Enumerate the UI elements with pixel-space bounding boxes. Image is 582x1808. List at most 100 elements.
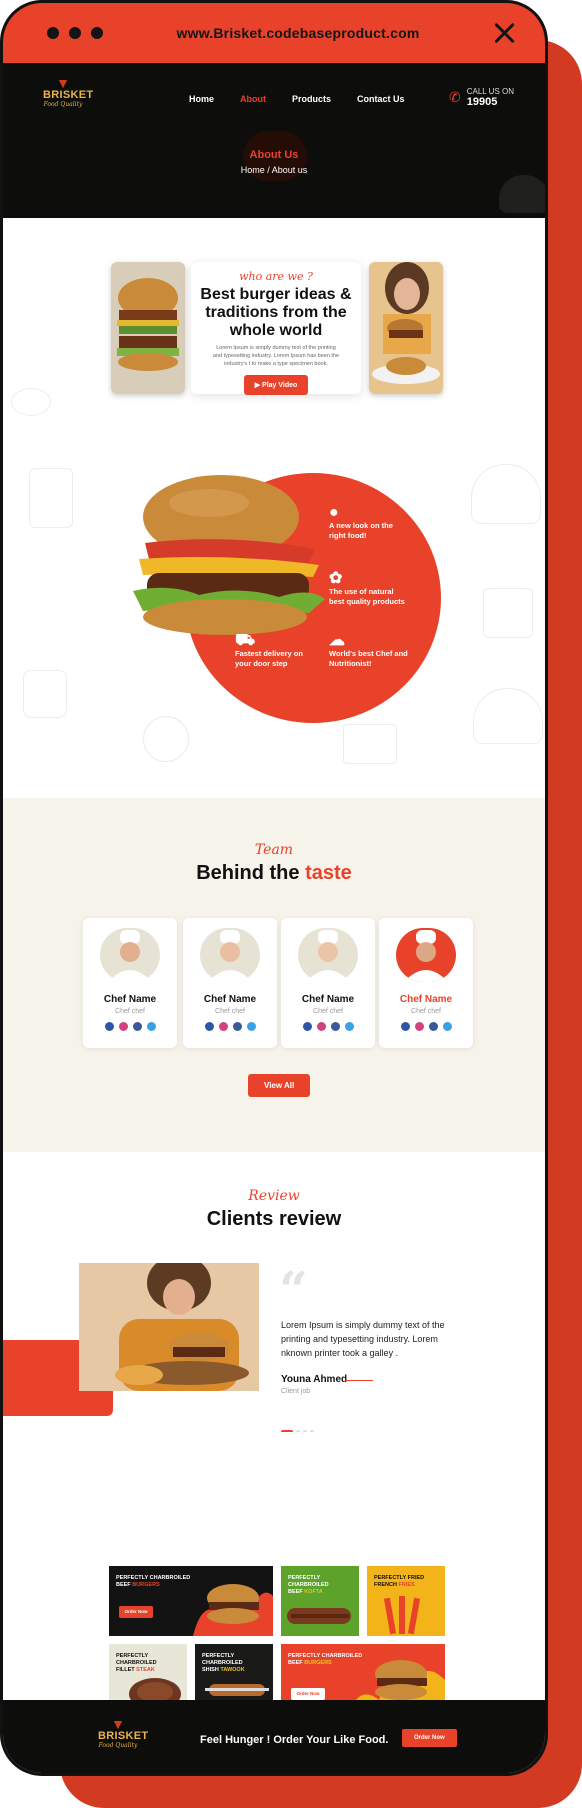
doodle-icon — [483, 588, 533, 638]
phone-icon: ✆ — [449, 89, 461, 105]
browser-bar: www.Brisket.codebaseproduct.com — [3, 3, 545, 63]
chef-avatar — [100, 928, 160, 982]
team-title-accent: taste — [305, 862, 352, 884]
promo-line2a: BEEF — [288, 1660, 305, 1666]
breadcrumb[interactable]: Home / About us — [3, 165, 545, 175]
chef-card-active[interactable]: Chef Name Chef chef — [379, 918, 473, 1048]
nav-contact[interactable]: Contact Us — [357, 94, 405, 104]
chef-name: Chef Name — [103, 994, 157, 1005]
twitter-icon[interactable] — [344, 1022, 354, 1031]
page-title: About Us — [249, 149, 299, 161]
chef-role: Chef chef — [411, 1008, 441, 1015]
call-number: 19905 — [466, 96, 498, 108]
footer-order-button[interactable]: Order Now — [402, 1729, 457, 1747]
device-frame: www.Brisket.codebaseproduct.com ▼ BRISKE… — [0, 0, 548, 1776]
bull-icon: ▼ — [56, 75, 70, 91]
burger-photo — [111, 262, 185, 394]
chef-hat-icon: ☁ — [329, 632, 345, 649]
logo[interactable]: ▼ BRISKET Food Quality — [43, 75, 94, 108]
facebook-icon[interactable] — [428, 1022, 438, 1031]
promo-line2b: TAWOOK — [220, 1667, 245, 1673]
logo-tagline: Food Quality — [43, 101, 83, 108]
review-author: Youna Ahmed — [281, 1374, 348, 1385]
linkedin-icon[interactable] — [204, 1022, 214, 1031]
feature-4: ☁ World's best Chef and Nutritionist! — [329, 632, 413, 669]
linkedin-icon[interactable] — [400, 1022, 410, 1031]
hero-title-block: About Us Home / About us — [3, 149, 545, 175]
leaf-icon: ✿ — [329, 570, 343, 587]
call-us[interactable]: ✆ CALL US ON 19905 — [449, 87, 514, 108]
footer-logo[interactable]: ▼ BRISKET Food Quality — [98, 1716, 149, 1749]
footer-banner: ▼ BRISKET Food Quality Feel Hunger ! Ord… — [3, 1700, 545, 1773]
instagram-icon[interactable] — [414, 1022, 424, 1031]
order-now-button[interactable]: Order Now — [291, 1688, 325, 1700]
author-divider — [345, 1380, 373, 1381]
chef-role: Chef chef — [313, 1008, 343, 1015]
footer-logo-tagline: Food Quality — [98, 1742, 138, 1749]
about-text: Lorem Ipsum is simply dummy text of the … — [212, 345, 340, 367]
doodle-icon — [143, 716, 189, 762]
instagram-icon[interactable] — [218, 1022, 228, 1031]
doodle-icon — [473, 688, 543, 744]
facebook-icon[interactable] — [232, 1022, 242, 1031]
facebook-icon[interactable] — [132, 1022, 142, 1031]
twitter-icon[interactable] — [442, 1022, 452, 1031]
review-photo — [79, 1263, 259, 1391]
nav-home[interactable]: Home — [189, 94, 214, 104]
url-text[interactable]: www.Brisket.codebaseproduct.com — [103, 25, 493, 41]
promo-line2a: BEEF — [116, 1582, 133, 1588]
chef-name: Chef Name — [399, 994, 453, 1005]
order-now-button[interactable]: Order Now — [119, 1606, 153, 1618]
review-text: Lorem Ipsum is simply dummy text of the … — [281, 1320, 445, 1358]
delivery-icon: ⛟ — [235, 632, 256, 649]
chef-role: Chef chef — [215, 1008, 245, 1015]
facebook-icon[interactable] — [330, 1022, 340, 1031]
promo-card[interactable]: PERFECTLY FRIED FRENCH FRIES — [367, 1566, 445, 1636]
chef-card[interactable]: Chef Name Chef chef — [83, 918, 177, 1048]
hero-burger-image — [129, 473, 329, 643]
promo-grid: PERFECTLY CHARBROILED BEEF BURGERS Order … — [3, 1432, 545, 1714]
social-links — [83, 1022, 177, 1031]
team-kicker: Team — [254, 842, 294, 858]
close-icon[interactable] — [493, 22, 515, 44]
burger-watermark — [499, 175, 545, 213]
view-all-button[interactable]: View All — [248, 1074, 311, 1097]
social-links — [281, 1022, 375, 1031]
nav-products[interactable]: Products — [292, 94, 331, 104]
review-kicker: Review — [248, 1188, 300, 1204]
chef-card[interactable]: Chef Name Chef chef — [281, 918, 375, 1048]
footer-logo-brand: BRISKET — [98, 1730, 149, 1742]
play-video-button[interactable]: ▶ Play Video — [243, 375, 309, 395]
play-icon: ▶ — [254, 382, 261, 389]
feature-1-text: A new look on the right food! — [329, 521, 393, 540]
nav-about[interactable]: About — [240, 94, 266, 104]
website: ▼ BRISKET Food Quality Home About Produc… — [3, 63, 545, 1773]
about-section: who are we ? Best burger ideas & traditi… — [3, 218, 545, 798]
feature-3-text: Fastest delivery on your door step — [235, 649, 303, 668]
promo-line2a: BEEF — [288, 1589, 305, 1595]
promo-card[interactable]: PERFECTLY CHARBROILED BEEF BURGERS Order … — [109, 1566, 273, 1636]
social-links — [379, 1022, 473, 1031]
promo-line2b: BURGERS — [304, 1660, 332, 1666]
promo-line2b: STEAK — [136, 1667, 155, 1673]
twitter-icon[interactable] — [246, 1022, 256, 1031]
logo-brand: BRISKET — [43, 89, 94, 101]
doodle-icon — [343, 724, 397, 764]
chef-card[interactable]: Chef Name Chef chef — [183, 918, 277, 1048]
eating-photo — [369, 262, 443, 394]
instagram-icon[interactable] — [316, 1022, 326, 1031]
team-section: Team Behind the taste Chef Name Chef che… — [3, 798, 545, 1152]
twitter-icon[interactable] — [146, 1022, 156, 1031]
linkedin-icon[interactable] — [104, 1022, 114, 1031]
about-card: who are we ? Best burger ideas & traditi… — [191, 262, 361, 395]
chef-role: Chef chef — [115, 1008, 145, 1015]
linkedin-icon[interactable] — [302, 1022, 312, 1031]
instagram-icon[interactable] — [118, 1022, 128, 1031]
promo-line2a: FILLET — [116, 1667, 137, 1673]
page-header: ▼ BRISKET Food Quality Home About Produc… — [3, 63, 545, 218]
social-links — [183, 1022, 277, 1031]
promo-line2b: FRIES — [398, 1582, 415, 1588]
bull-icon: ▼ — [111, 1716, 125, 1732]
main-nav: Home About Products Contact Us — [189, 94, 405, 104]
promo-card[interactable]: PERFECTLY CHARBROILED BEEF KOFTA — [281, 1566, 359, 1636]
